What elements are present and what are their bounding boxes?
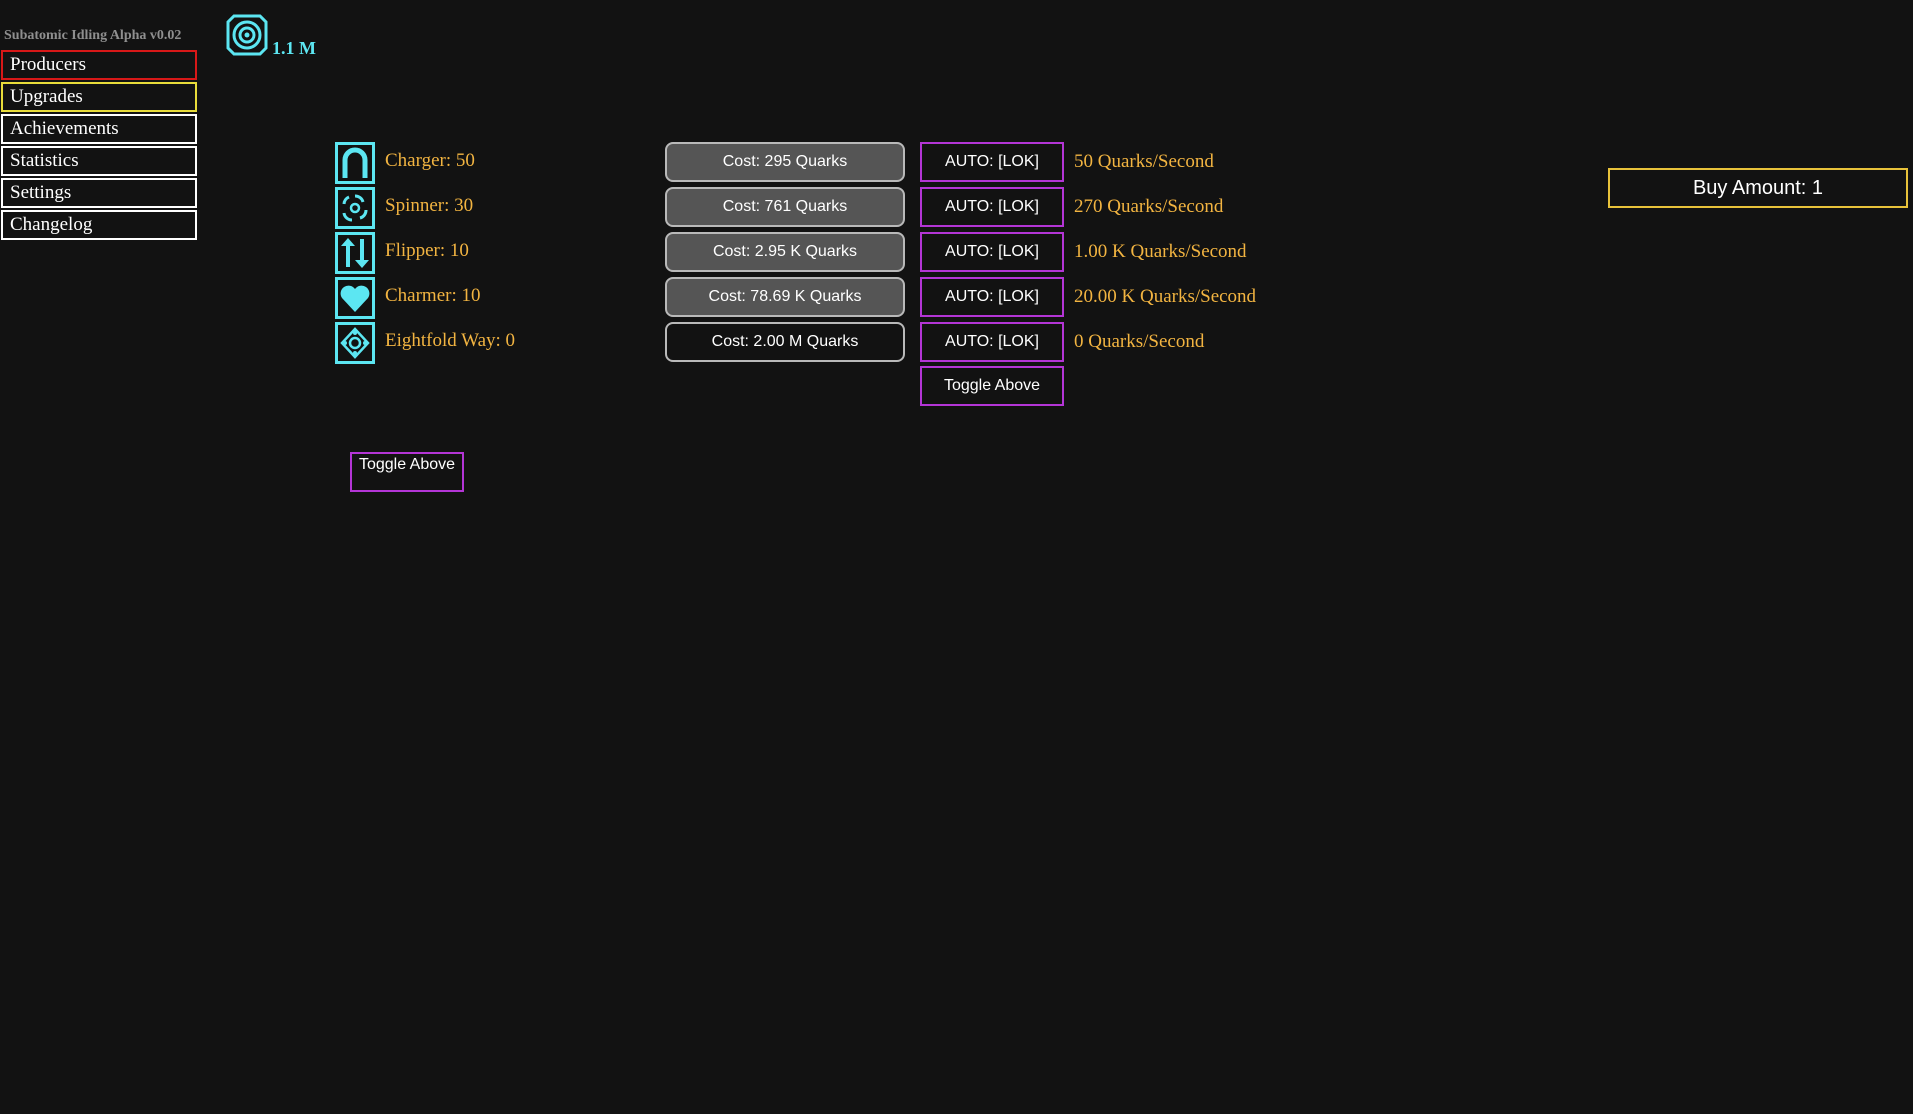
flipper-icon <box>335 232 375 274</box>
producer-name: Spinner: 30 <box>385 195 474 216</box>
auto-charger-button[interactable]: AUTO: [LOK] <box>920 142 1064 182</box>
buy-amount-button[interactable]: Buy Amount: 1 <box>1608 168 1908 208</box>
charger-rate: 50 Quarks/Second <box>1074 151 1214 172</box>
charger-icon <box>335 142 375 184</box>
spinner-icon <box>335 187 375 229</box>
toggle-all-auto-button[interactable]: Toggle Above <box>920 366 1064 406</box>
producer-name: Flipper: 10 <box>385 240 469 261</box>
spinner-rate: 270 Quarks/Second <box>1074 196 1224 217</box>
producer-name: Charmer: 10 <box>385 285 481 306</box>
currency-value: 1.1 M <box>272 38 316 58</box>
buy-charmer-button[interactable]: Cost: 78.69 K Quarks <box>665 277 905 317</box>
flipper-rate: 1.00 K Quarks/Second <box>1074 241 1247 262</box>
nav-achievements[interactable]: Achievements <box>1 114 197 144</box>
nav-upgrades[interactable]: Upgrades <box>1 82 197 112</box>
buy-spinner-button[interactable]: Cost: 761 Quarks <box>665 187 905 227</box>
eightfold-way-icon <box>335 322 375 364</box>
producer-name: Charger: 50 <box>385 150 475 171</box>
eightfold-way-rate: 0 Quarks/Second <box>1074 331 1205 352</box>
auto-spinner-button[interactable]: AUTO: [LOK] <box>920 187 1064 227</box>
buy-eightfold-way-button[interactable]: Cost: 2.00 M Quarks <box>665 322 905 362</box>
nav-statistics[interactable]: Statistics <box>1 146 197 176</box>
auto-charmer-button[interactable]: AUTO: [LOK] <box>920 277 1064 317</box>
nav-producers[interactable]: Producers <box>1 50 197 80</box>
auto-flipper-button[interactable]: AUTO: [LOK] <box>920 232 1064 272</box>
quark-icon <box>226 14 268 56</box>
app-title: Subatomic Idling Alpha v0.02 <box>4 28 182 43</box>
producer-name: Eightfold Way: 0 <box>385 330 516 351</box>
toggle-above-button[interactable]: Toggle Above <box>350 452 464 492</box>
nav-settings[interactable]: Settings <box>1 178 197 208</box>
buy-charger-button[interactable]: Cost: 295 Quarks <box>665 142 905 182</box>
auto-eightfold-way-button[interactable]: AUTO: [LOK] <box>920 322 1064 362</box>
buy-flipper-button[interactable]: Cost: 2.95 K Quarks <box>665 232 905 272</box>
charmer-rate: 20.00 K Quarks/Second <box>1074 286 1257 307</box>
charmer-icon <box>335 277 375 319</box>
nav-changelog[interactable]: Changelog <box>1 210 197 240</box>
sidebar-nav: Producers Upgrades Achievements Statisti… <box>1 50 197 242</box>
